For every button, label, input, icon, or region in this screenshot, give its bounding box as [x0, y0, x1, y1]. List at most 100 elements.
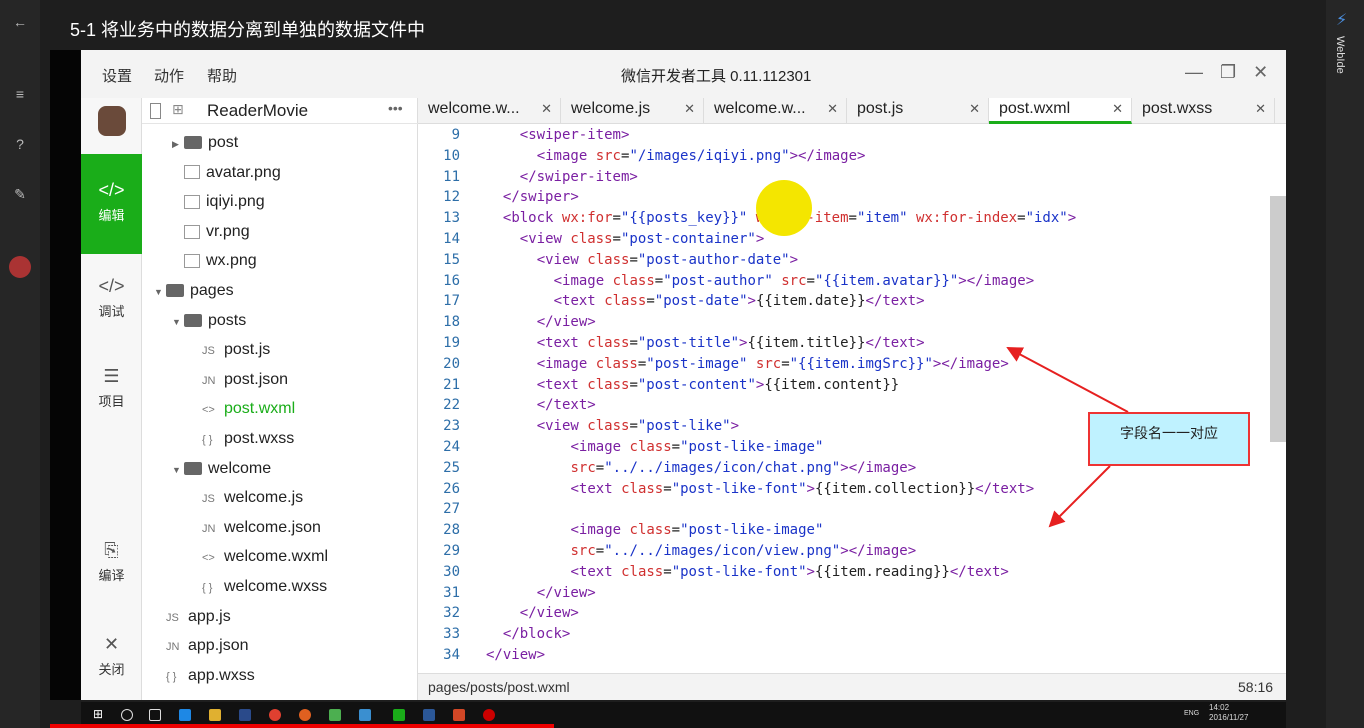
tree-item-label: welcome.json [224, 518, 321, 536]
tree-item-label: post.js [224, 341, 271, 359]
tree-item-label: welcome [208, 459, 272, 477]
tab-0[interactable]: welcome.w... ✕ [418, 98, 561, 124]
explorer-icon[interactable] [209, 709, 221, 721]
annotation-callout: 字段名一一对应 [1088, 412, 1250, 466]
tool-project[interactable]: ☰ 项目 [81, 366, 142, 410]
tab-close-icon[interactable]: ✕ [684, 101, 695, 117]
tree-folder[interactable]: ▼ pages [154, 282, 234, 300]
tab-close-icon[interactable]: ✕ [969, 101, 980, 117]
code-editor[interactable]: 9 <swiper-item> 10 <image src="/images/iqiy… [418, 126, 1286, 673]
ide-title: 微信开发者工具 0.11.112301 [621, 68, 812, 85]
video-player-left-rail: ← ≡ ? ✎ [0, 0, 40, 728]
tab-close-icon[interactable]: ✕ [1112, 101, 1123, 117]
menu-help[interactable]: 帮助 [207, 65, 237, 86]
caret-down-icon[interactable]: ▼ [172, 465, 184, 475]
tree-file[interactable]: iqiyi.png [172, 193, 265, 211]
code-icon: </> [98, 180, 125, 200]
search-icon[interactable] [121, 709, 133, 721]
task-view-icon[interactable] [149, 709, 161, 721]
tree-folder[interactable]: ▼ posts [172, 312, 246, 330]
photoshop-icon[interactable] [239, 709, 251, 721]
tree-file[interactable]: { } welcome.wxss [190, 578, 327, 596]
minimize-icon[interactable]: — [1185, 62, 1203, 82]
tree-item-label: app.js [188, 607, 231, 625]
tab-close-icon[interactable]: ✕ [541, 101, 552, 117]
menu-settings[interactable]: 设置 [102, 65, 132, 86]
list-icon: ☰ [103, 366, 120, 386]
tree-file[interactable]: JN post.json [190, 371, 288, 389]
tool-compile[interactable]: ⎘ 编译 [81, 540, 142, 584]
tree-icon[interactable]: ⊞ [172, 101, 184, 118]
app-icon[interactable] [329, 709, 341, 721]
back-icon[interactable]: ← [0, 14, 40, 30]
tab-1[interactable]: welcome.js ✕ [561, 98, 704, 124]
tree-file[interactable]: <> welcome.wxml [190, 548, 328, 566]
image-file-icon [184, 254, 200, 269]
chrome-icon[interactable] [269, 709, 281, 721]
menu-action[interactable]: 动作 [154, 65, 184, 86]
tree-folder[interactable]: ▶ post [172, 134, 238, 152]
editor-tabs: welcome.w... ✕ welcome.js ✕ welcome.w... ✕ pos… [418, 98, 1286, 124]
tree-file[interactable]: vr.png [172, 223, 250, 241]
windows-start-icon[interactable]: ⊞ [93, 707, 107, 721]
recorder-icon[interactable] [483, 709, 495, 721]
webide-icon[interactable]: ⚡ [1336, 10, 1347, 30]
tab-2[interactable]: welcome.w... ✕ [704, 98, 847, 124]
folder-icon [184, 461, 202, 475]
caret-down-icon[interactable]: ▼ [172, 317, 184, 327]
ide-window: 设置 动作 帮助 微信开发者工具 0.11.112301 — ❐ ✕ </> 编辑… [81, 50, 1286, 728]
language-indicator[interactable]: ENG [1184, 710, 1199, 717]
firefox-icon[interactable] [299, 709, 311, 721]
tool-debug[interactable]: </> 调试 [81, 276, 142, 320]
tree-folder[interactable]: ▼ welcome [172, 460, 271, 478]
wxml-file-icon: <> [202, 404, 215, 417]
device-icon[interactable] [150, 103, 161, 119]
tree-item-label: app.json [188, 637, 249, 655]
tree-file[interactable]: JS post.js [190, 341, 270, 359]
tree-file[interactable]: JN welcome.json [190, 519, 321, 537]
word-icon[interactable] [423, 709, 435, 721]
file-tree: ⊞ ReaderMovie ••• ▶ post avatar.png iqiyi.p… [142, 98, 418, 700]
edge-icon[interactable] [179, 709, 191, 721]
tab-3[interactable]: post.js ✕ [847, 98, 989, 124]
more-icon[interactable]: ••• [388, 100, 403, 116]
tree-file[interactable]: JN app.json [154, 637, 249, 655]
avatar[interactable] [0, 256, 40, 281]
tab-label: welcome.w... [428, 100, 520, 117]
video-progress-bar[interactable] [50, 724, 554, 728]
caret-down-icon[interactable]: ▼ [154, 287, 166, 297]
webide-label[interactable]: WebIde [1334, 36, 1346, 74]
tool-edit[interactable]: </> 编辑 [81, 154, 142, 254]
tree-file[interactable]: { } post.wxss [190, 430, 294, 448]
help-icon[interactable]: ? [0, 136, 40, 152]
tree-item-label: welcome.js [224, 489, 304, 507]
menu-icon[interactable]: ≡ [0, 86, 40, 102]
restore-icon[interactable]: ❐ [1220, 62, 1236, 82]
tree-item-label: post.wxss [224, 430, 295, 447]
project-name: ReaderMovie [207, 101, 309, 120]
tree-file[interactable]: avatar.png [172, 164, 281, 182]
tree-file[interactable]: JS app.js [154, 608, 231, 626]
tab-5[interactable]: post.wxss ✕ [1132, 98, 1275, 124]
wechat-devtools-icon[interactable] [393, 709, 405, 721]
tab-close-icon[interactable]: ✕ [1255, 101, 1266, 117]
wxss-file-icon: { } [202, 434, 213, 446]
wxml-file-icon: <> [202, 552, 215, 565]
arrow-to-collection [1048, 465, 1111, 528]
tab-4[interactable]: post.wxml ✕ [989, 98, 1132, 124]
tool-close[interactable]: ✕ 关闭 [81, 634, 142, 678]
tab-close-icon[interactable]: ✕ [827, 101, 838, 117]
tree-file[interactable]: <> post.wxml [190, 400, 295, 418]
arrow-to-avatar [1006, 347, 1129, 413]
tree-file[interactable]: JS welcome.js [190, 489, 303, 507]
pencil-icon[interactable]: ✎ [0, 186, 40, 203]
tree-file[interactable]: { } app.wxss [154, 667, 255, 685]
app-icon[interactable] [359, 709, 371, 721]
close-icon: ✕ [103, 634, 120, 654]
powerpoint-icon[interactable] [453, 709, 465, 721]
image-file-icon [184, 224, 200, 239]
caret-right-icon[interactable]: ▶ [172, 139, 184, 150]
close-window-icon[interactable]: ✕ [1253, 62, 1268, 82]
annotation-arrows [1006, 347, 1129, 528]
tree-file[interactable]: wx.png [172, 252, 257, 270]
